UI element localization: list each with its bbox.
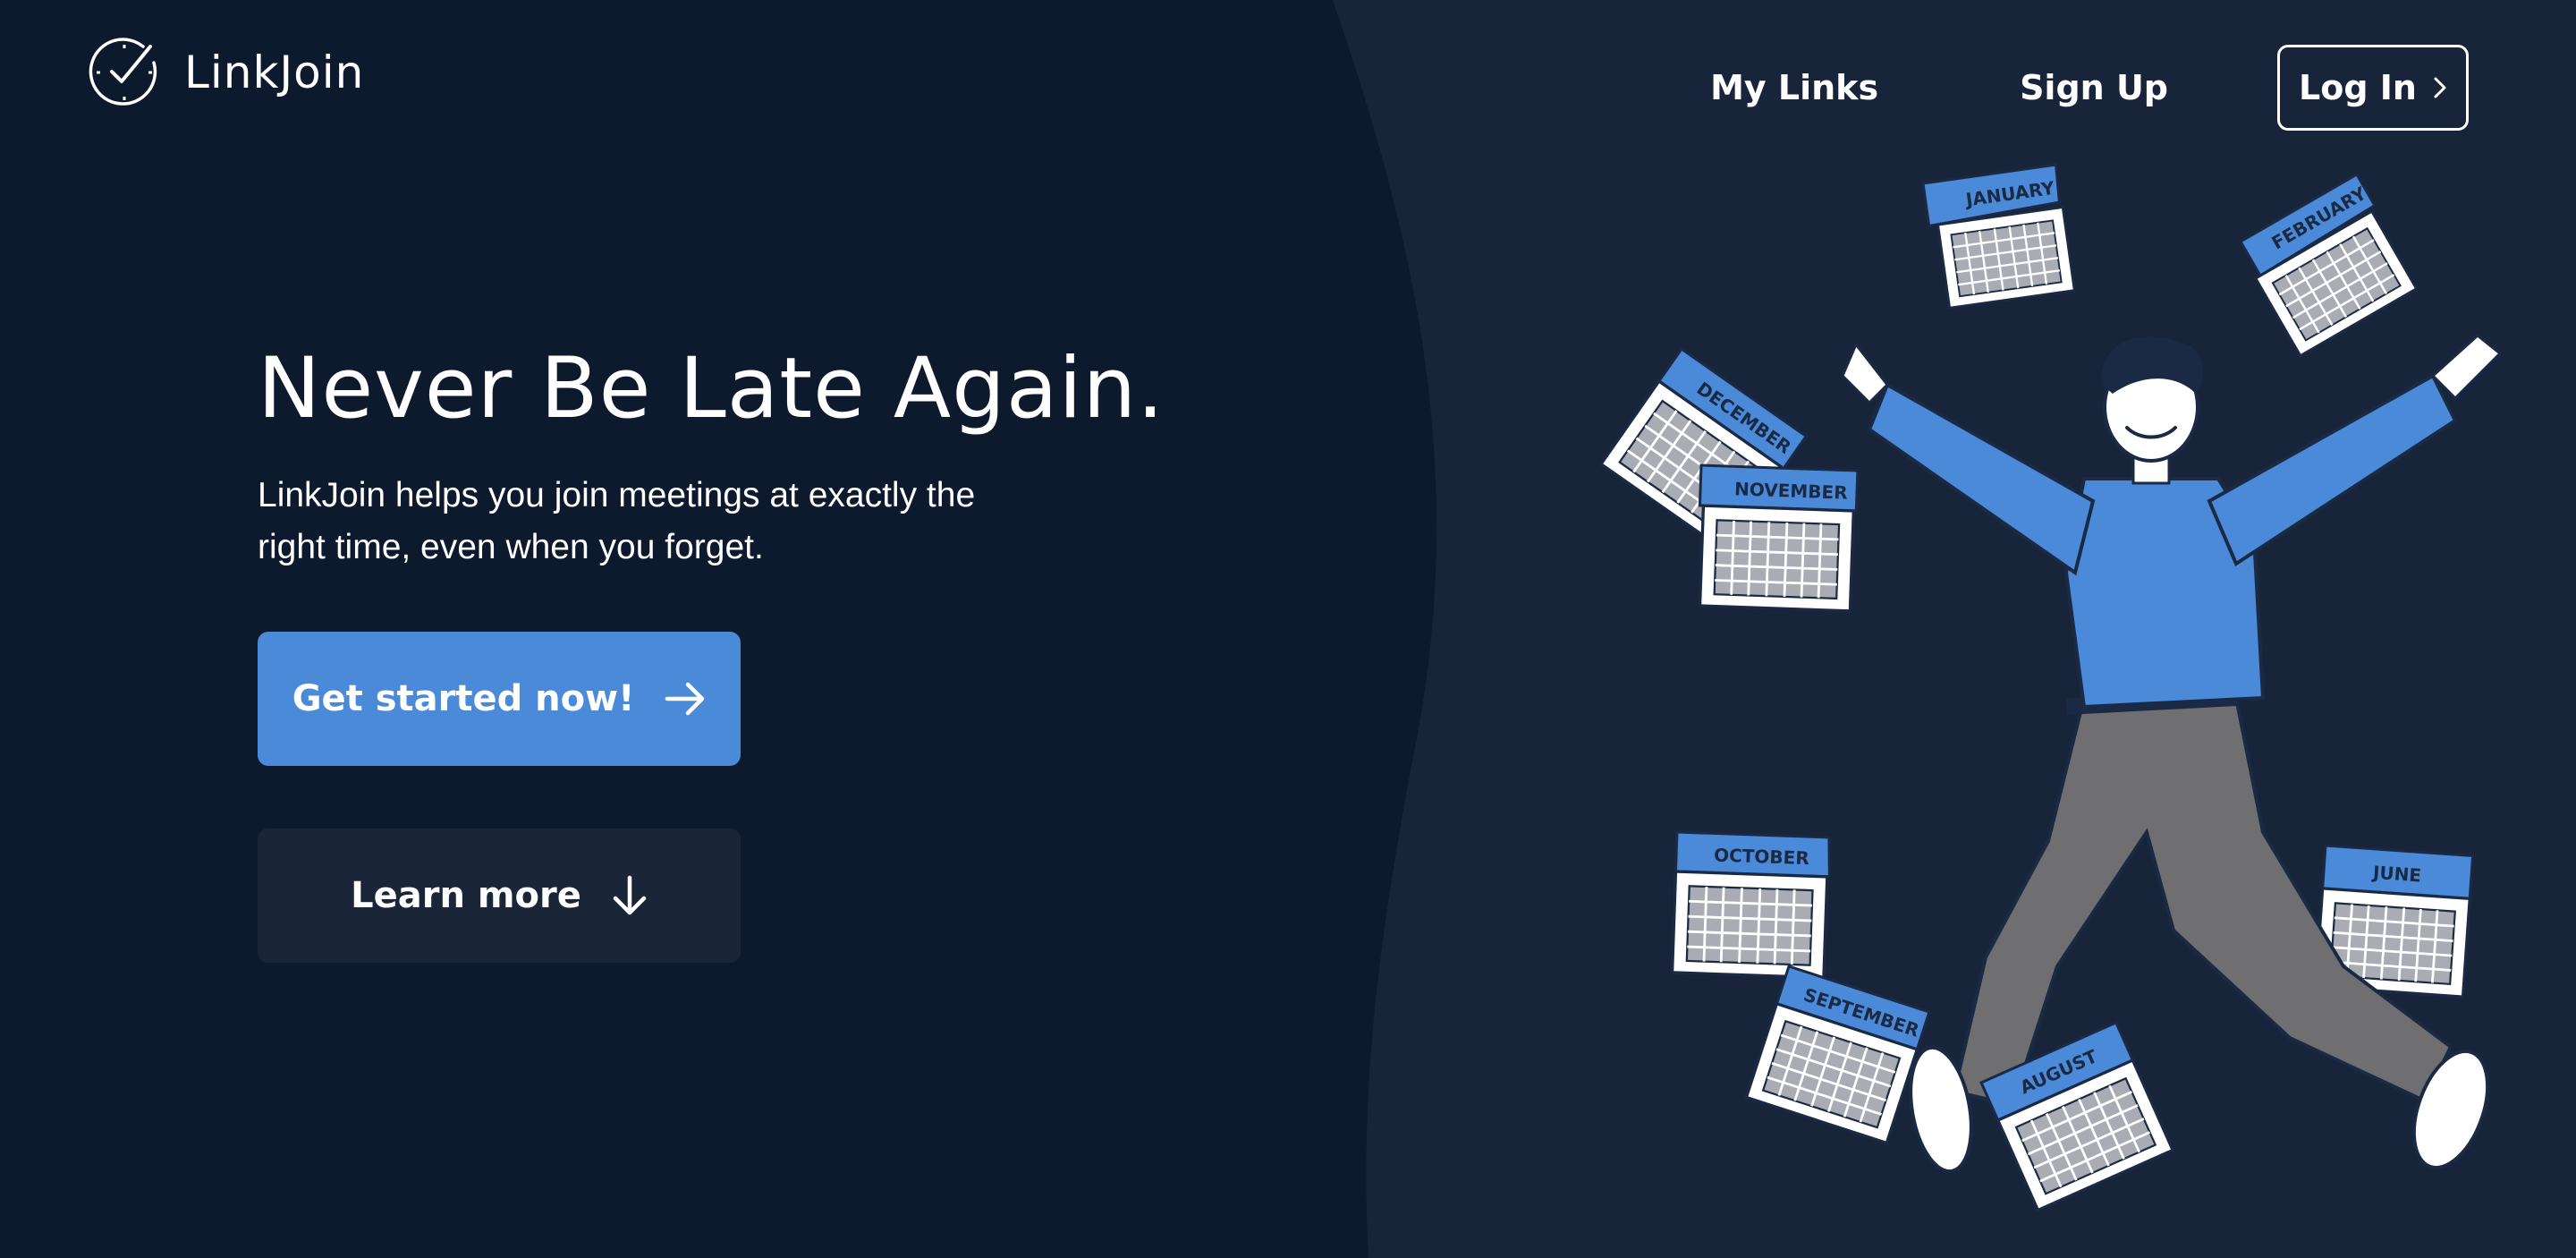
background-wave: [0, 0, 2576, 1258]
hero-section: Never Be Late Again. LinkJoin helps you …: [258, 340, 1165, 574]
get-started-button[interactable]: Get started now!: [258, 632, 741, 766]
log-in-button[interactable]: Log In: [2277, 45, 2469, 131]
clock-check-icon: [89, 38, 157, 106]
landing-page: LinkJoin My Links Sign Up Log In Never B…: [0, 0, 2576, 1258]
nav-sign-up[interactable]: Sign Up: [2020, 68, 2168, 107]
top-nav: My Links Sign Up Log In: [1710, 45, 2469, 131]
hero-subtitle-line-1: LinkJoin helps you join meetings at exac…: [258, 476, 976, 514]
hero-title: Never Be Late Again.: [258, 340, 1165, 438]
hero-subtitle-line-2: right time, even when you forget.: [258, 528, 764, 566]
arrow-right-icon: [665, 682, 705, 716]
app-name: LinkJoin: [184, 47, 365, 98]
get-started-label: Get started now!: [292, 678, 635, 719]
log-in-label: Log In: [2299, 68, 2417, 107]
learn-more-button[interactable]: Learn more: [258, 829, 741, 963]
learn-more-label: Learn more: [351, 875, 581, 916]
arrow-down-icon: [613, 875, 647, 915]
chevron-right-icon: [2434, 77, 2446, 98]
hero-subtitle: LinkJoin helps you join meetings at exac…: [258, 470, 1027, 574]
nav-my-links[interactable]: My Links: [1710, 68, 1878, 107]
logo[interactable]: LinkJoin: [88, 36, 364, 109]
